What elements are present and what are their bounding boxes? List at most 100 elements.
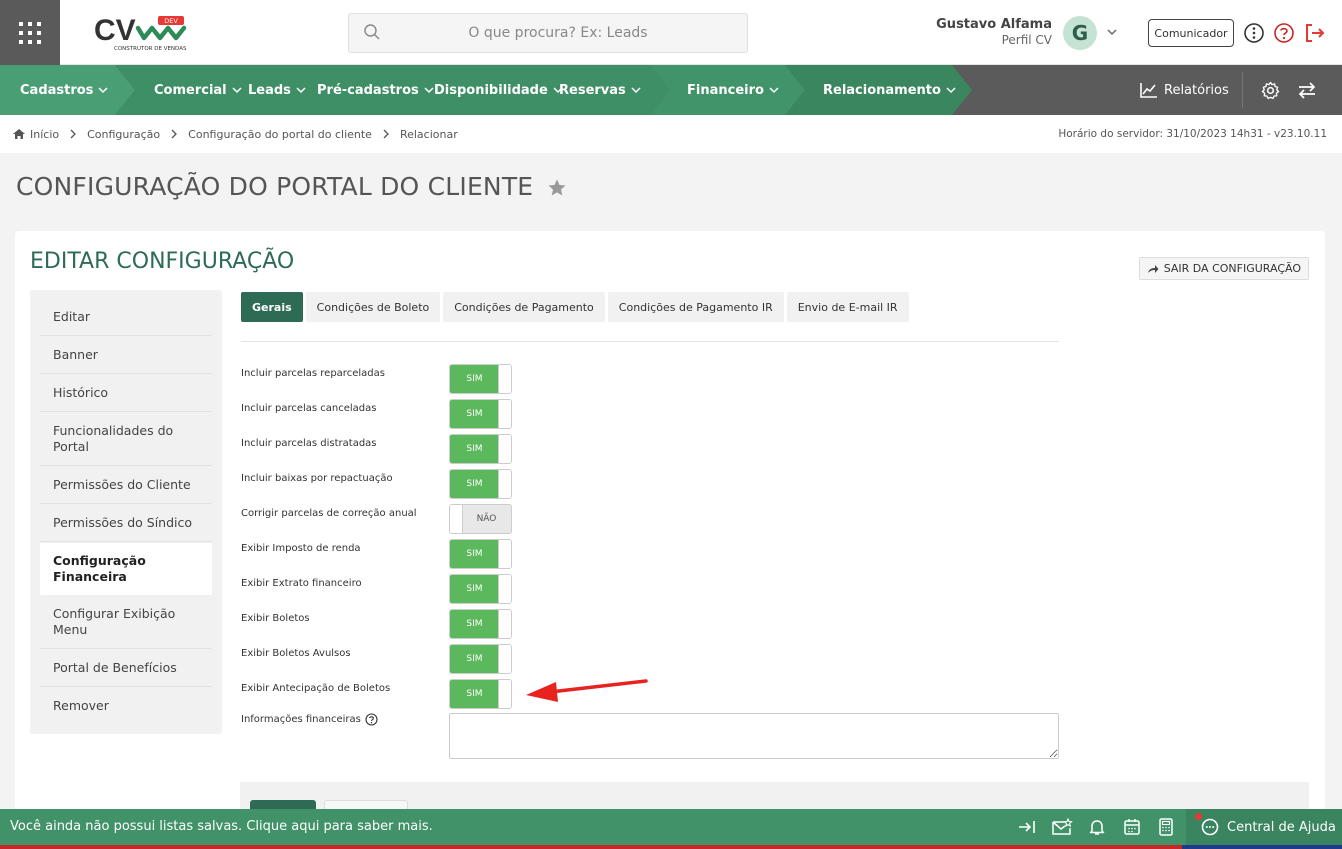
- user-info[interactable]: Gustavo Alfama Perfil CV: [936, 17, 1052, 47]
- toggle-knob: [498, 540, 511, 568]
- nav-label: Reservas: [559, 82, 626, 98]
- toggle-incluir-canceladas[interactable]: SIM: [449, 399, 512, 429]
- toggle-exibir-imposto[interactable]: SIM: [449, 539, 512, 569]
- help-icon[interactable]: [1273, 22, 1295, 44]
- tab-condicoes-boleto[interactable]: Condições de Boleto: [305, 292, 441, 322]
- page-title: CONFIGURAÇÃO DO PORTAL DO CLIENTE: [16, 172, 567, 201]
- tab-envio-email-ir[interactable]: Envio de E-mail IR: [786, 292, 909, 322]
- apps-menu-button[interactable]: [0, 0, 60, 65]
- toggle-value: SIM: [450, 435, 499, 463]
- chat-bubble-icon: [1201, 818, 1219, 836]
- side-item-banner[interactable]: Banner: [40, 336, 212, 374]
- toggle-exibir-boletos[interactable]: SIM: [449, 609, 512, 639]
- nav-comercial[interactable]: Comercial: [154, 65, 242, 115]
- saved-lists-message[interactable]: Você ainda não possui listas salvas. Cli…: [10, 819, 433, 834]
- nav-label: Cadastros: [20, 82, 94, 98]
- svg-text:CV: CV: [94, 14, 136, 47]
- field-label: Incluir baixas por repactuação: [241, 473, 393, 484]
- chevron-down-icon: [98, 87, 108, 94]
- side-item-remover[interactable]: Remover: [40, 687, 212, 725]
- chevron-down-icon[interactable]: [1105, 25, 1119, 39]
- toggle-value: NÃO: [476, 514, 497, 524]
- toggle-value: SIM: [450, 610, 499, 638]
- nav-label: Relatórios: [1164, 82, 1229, 98]
- side-item-permissoes-cliente[interactable]: Permissões do Cliente: [40, 466, 212, 504]
- toggle-incluir-baixas[interactable]: SIM: [449, 469, 512, 499]
- bottom-bar: Você ainda não possui listas salvas. Cli…: [0, 809, 1342, 845]
- home-icon[interactable]: [12, 128, 26, 140]
- breadcrumb-relacionar: Relacionar: [399, 127, 458, 141]
- toggle-knob: [498, 435, 511, 463]
- toggle-exibir-boletos-avulsos[interactable]: SIM: [449, 644, 512, 674]
- help-center-button[interactable]: Central de Ajuda: [1186, 809, 1342, 845]
- side-item-portal-beneficios[interactable]: Portal de Benefícios: [40, 649, 212, 687]
- nav-relacionamento[interactable]: Relacionamento: [823, 65, 956, 115]
- side-item-editar[interactable]: Editar: [40, 298, 212, 336]
- nav-label: Relacionamento: [823, 82, 941, 98]
- calculator-icon[interactable]: [1158, 818, 1174, 836]
- calendar-icon[interactable]: [1123, 818, 1141, 836]
- side-item-config-exibicao-menu[interactable]: Configurar Exibição Menu: [40, 595, 212, 649]
- gear-icon[interactable]: [1261, 81, 1280, 100]
- toggle-exibir-antecipacao[interactable]: SIM: [449, 679, 512, 709]
- question-circle-icon[interactable]: [365, 713, 378, 726]
- toggle-incluir-reparceladas[interactable]: SIM: [449, 364, 512, 394]
- chevron-down-icon: [946, 87, 956, 94]
- fin-info-label: Informações financeiras: [241, 713, 378, 726]
- tab-condicoes-pagamento-ir[interactable]: Condições de Pagamento IR: [607, 292, 784, 322]
- top-header: CV DEV CONSTRUTOR DE VENDAS Gustavo Alfa…: [0, 0, 1342, 65]
- exit-config-button[interactable]: SAIR DA CONFIGURAÇÃO: [1138, 257, 1309, 280]
- info-icon[interactable]: [1243, 22, 1265, 44]
- nav-label: Pré-cadastros: [317, 82, 419, 98]
- avatar[interactable]: G: [1063, 16, 1097, 50]
- toggle-knob: [498, 365, 511, 393]
- search-box: [348, 13, 748, 53]
- chart-line-icon: [1140, 83, 1157, 98]
- nav-pre-cadastros[interactable]: Pré-cadastros: [317, 65, 434, 115]
- logout-icon[interactable]: [1303, 22, 1327, 44]
- help-center-label: Central de Ajuda: [1227, 819, 1336, 835]
- toggle-exibir-extrato[interactable]: SIM: [449, 574, 512, 604]
- side-item-funcionalidades[interactable]: Funcionalidades do Portal: [40, 412, 212, 466]
- star-icon[interactable]: [547, 178, 567, 198]
- toggle-knob: [498, 645, 511, 673]
- side-item-config-financeira[interactable]: Configuração Financeira: [40, 543, 212, 595]
- breadcrumb-inicio[interactable]: Início: [30, 128, 59, 141]
- chevron-right-icon: [171, 129, 178, 139]
- nav-cadastros[interactable]: Cadastros: [20, 65, 108, 115]
- bottom-accent-line: [0, 845, 1342, 849]
- nav-reservas[interactable]: Reservas: [559, 65, 641, 115]
- toggle-incluir-distratadas[interactable]: SIM: [449, 434, 512, 464]
- comunicador-button[interactable]: Comunicador: [1148, 19, 1234, 47]
- edit-card: EDITAR CONFIGURAÇÃO SAIR DA CONFIGURAÇÃO…: [15, 231, 1325, 849]
- swap-icon[interactable]: [1297, 81, 1317, 100]
- side-item-permissoes-sindico[interactable]: Permissões do Síndico: [40, 504, 212, 542]
- collapse-right-icon[interactable]: [1017, 818, 1037, 836]
- bell-icon[interactable]: [1088, 818, 1106, 836]
- breadcrumb-configuracao[interactable]: Configuração: [87, 128, 160, 141]
- field-label: Corrigir parcelas de correção anual: [241, 508, 417, 519]
- user-profile: Perfil CV: [1001, 33, 1052, 47]
- nav-leads[interactable]: Leads: [248, 65, 306, 115]
- logo[interactable]: CV DEV CONSTRUTOR DE VENDAS: [92, 12, 192, 54]
- toggle-knob: [498, 575, 511, 603]
- side-item-historico[interactable]: Histórico: [40, 374, 212, 412]
- nav-disponibilidade[interactable]: Disponibilidade: [434, 65, 563, 115]
- config-tabs: Gerais Condições de Boleto Condições de …: [241, 292, 912, 322]
- search-input[interactable]: [349, 14, 747, 52]
- chevron-down-icon: [424, 87, 434, 94]
- nav-label: Financeiro: [687, 82, 764, 98]
- tab-gerais[interactable]: Gerais: [241, 292, 303, 322]
- nav-financeiro[interactable]: Financeiro: [687, 65, 779, 115]
- mail-star-icon[interactable]: [1051, 818, 1073, 836]
- bottom-accent-blue: [1182, 845, 1342, 849]
- config-side-menu: Editar Banner Histórico Funcionalidades …: [30, 290, 222, 734]
- fin-info-textarea[interactable]: [449, 713, 1059, 759]
- tabs-divider: [241, 341, 1059, 342]
- nav-relatorios[interactable]: Relatórios: [1139, 65, 1229, 115]
- breadcrumb-portal-config[interactable]: Configuração do portal do cliente: [188, 128, 372, 141]
- toggle-corrigir-parcelas[interactable]: NÃO: [449, 504, 512, 534]
- card-title: EDITAR CONFIGURAÇÃO: [30, 249, 295, 274]
- tab-condicoes-pagamento[interactable]: Condições de Pagamento: [443, 292, 605, 322]
- server-time: Horário do servidor: 31/10/2023 14h31 - …: [1058, 128, 1327, 140]
